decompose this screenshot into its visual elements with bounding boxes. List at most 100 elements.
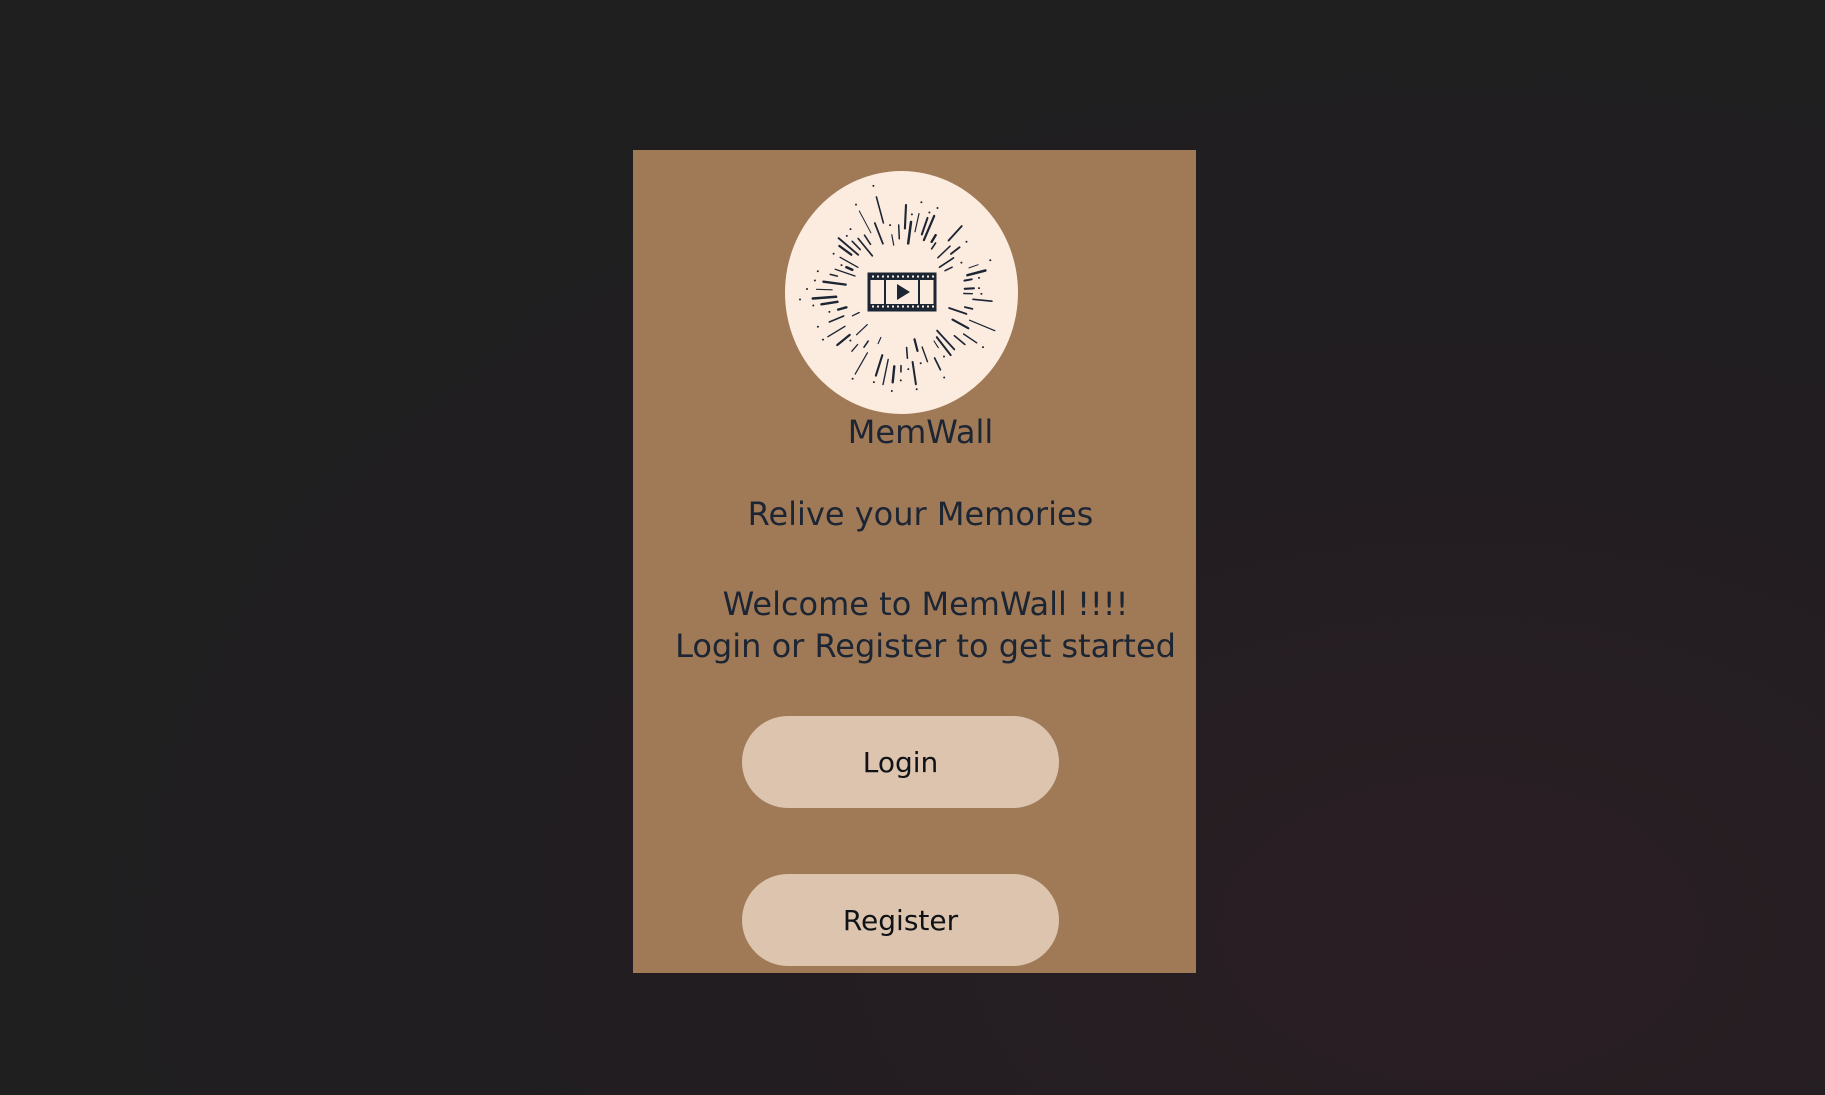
burst-dot	[978, 287, 980, 290]
burst-ray	[937, 245, 951, 259]
burst-dot	[936, 207, 939, 209]
burst-ray	[953, 334, 966, 346]
burst-ray	[874, 354, 884, 377]
burst-dot	[855, 203, 857, 206]
burst-dot	[849, 228, 852, 231]
sprocket-hole	[897, 275, 899, 278]
burst-dot	[849, 339, 852, 342]
film-play-icon	[799, 184, 996, 392]
burst-ray	[855, 324, 868, 336]
burst-ray	[905, 346, 909, 359]
burst-dot	[890, 390, 893, 392]
burst-ray	[933, 340, 939, 349]
sprocket-hole	[927, 275, 929, 278]
burst-ray	[930, 233, 937, 244]
play-icon	[897, 284, 910, 300]
sprocket-hole	[922, 305, 924, 308]
burst-ray	[944, 266, 953, 272]
sprocket-hole	[887, 305, 889, 308]
burst-ray	[863, 340, 869, 348]
burst-dot	[813, 279, 816, 282]
burst-dot	[899, 379, 902, 382]
burst-dot	[828, 310, 831, 313]
burst-dot	[872, 381, 875, 384]
burst-ray	[897, 224, 901, 240]
sprocket-hole	[922, 275, 924, 278]
burst-ray	[972, 298, 993, 303]
sprocket-hole	[912, 275, 914, 278]
burst-dot	[928, 211, 931, 214]
sprocket-hole	[932, 275, 934, 278]
sprocket-hole	[882, 275, 884, 278]
sprocket-hole	[877, 275, 879, 278]
burst-dot	[872, 184, 875, 187]
register-button[interactable]: Register	[742, 874, 1059, 966]
welcome-subline: Login or Register to get started	[675, 627, 1176, 665]
burst-ray	[877, 336, 882, 345]
sprocket-hole	[927, 305, 929, 308]
burst-ray	[827, 325, 846, 338]
burst-ray	[875, 196, 885, 224]
burst-ray	[962, 333, 978, 344]
burst-dot	[889, 224, 892, 227]
burst-ray	[873, 222, 884, 245]
sprocket-hole	[912, 305, 914, 308]
sprocket-hole	[887, 275, 889, 278]
burst-ray	[950, 246, 961, 255]
burst-ray	[963, 278, 973, 282]
sprocket-hole	[897, 305, 899, 308]
burst-ray	[822, 280, 847, 286]
burst-dot	[965, 240, 968, 243]
burst-ray	[968, 264, 979, 269]
burst-dot	[822, 338, 824, 341]
app-name: MemWall	[847, 413, 994, 451]
burst-dot	[943, 355, 945, 358]
burst-ray	[854, 352, 869, 375]
burst-ray	[851, 311, 860, 317]
burst-dot	[806, 288, 808, 290]
burst-ray	[966, 269, 987, 277]
burst-dot	[832, 252, 835, 255]
burst-ray	[851, 240, 861, 251]
sprocket-hole	[902, 305, 904, 308]
burst-ray	[857, 237, 874, 257]
app-logo	[785, 171, 1018, 414]
burst-dot	[816, 325, 819, 328]
burst-dot	[907, 368, 910, 371]
sprocket-hole	[882, 305, 884, 308]
burst-ray	[938, 257, 955, 269]
burst-dot	[943, 376, 946, 379]
sprocket-hole	[872, 305, 874, 308]
burst-dot	[851, 377, 854, 380]
burst-ray	[811, 295, 838, 300]
burst-dot	[920, 201, 923, 204]
burst-ray	[820, 300, 839, 306]
login-button[interactable]: Login	[742, 716, 1059, 808]
burst-ray	[828, 315, 845, 323]
sprocket-hole	[907, 275, 909, 278]
sprocket-hole	[917, 275, 919, 278]
film-strip-icon	[867, 272, 937, 312]
burst-dot	[845, 234, 848, 237]
burst-dot	[812, 304, 815, 307]
burst-dot	[910, 213, 913, 216]
welcome-message: Welcome to MemWall !!!! Login or Registe…	[633, 583, 1196, 667]
burst-ray	[930, 242, 937, 250]
burst-ray	[845, 265, 854, 272]
burst-dot	[978, 276, 980, 279]
welcome-line: Welcome to MemWall !!!!	[722, 585, 1129, 623]
sprocket-hole	[907, 305, 909, 308]
burst-ray	[963, 306, 974, 310]
burst-dot	[989, 259, 992, 262]
burst-ray	[882, 358, 889, 386]
burst-ray	[836, 333, 851, 347]
burst-ray	[851, 343, 859, 352]
sprocket-hole	[877, 305, 879, 308]
tagline: Relive your Memories	[747, 495, 1094, 533]
burst-ray	[863, 234, 872, 246]
sprocket-hole	[932, 305, 934, 308]
sprocket-hole	[892, 305, 894, 308]
burst-ray	[891, 365, 896, 384]
burst-dot	[840, 264, 843, 267]
burst-ray	[839, 256, 859, 269]
